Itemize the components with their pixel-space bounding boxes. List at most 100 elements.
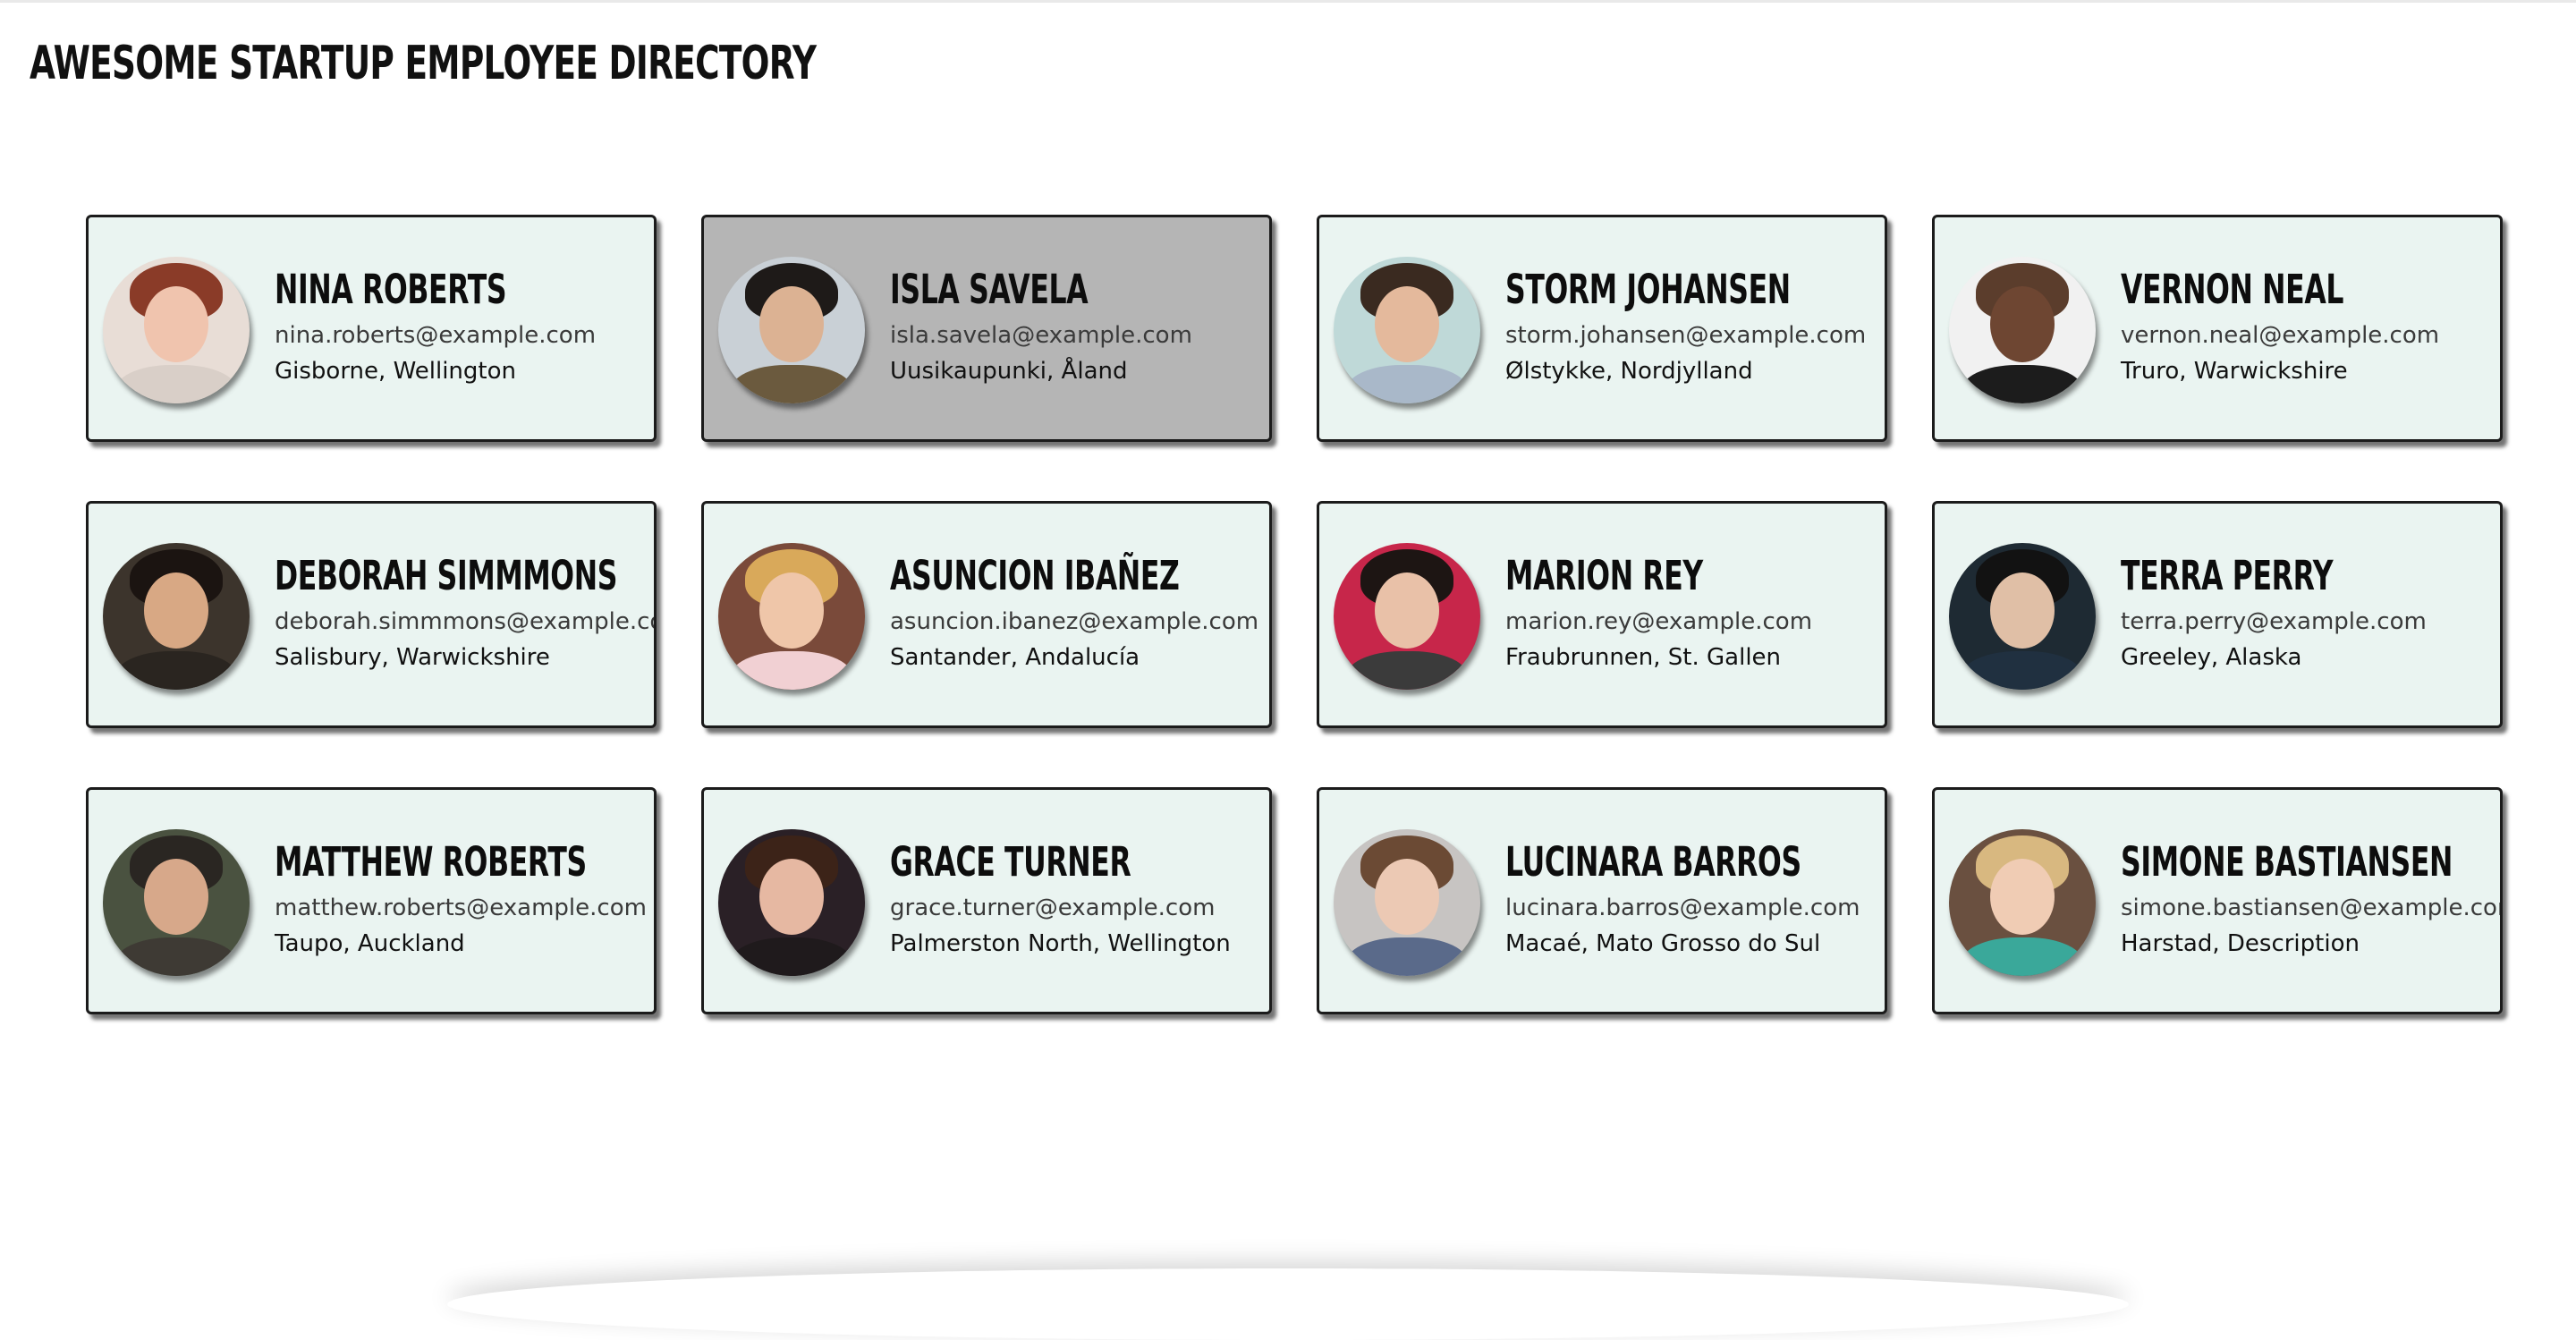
avatar-face bbox=[1374, 858, 1440, 936]
employee-card[interactable]: TERRA PERRY terra.perry@example.com Greele… bbox=[1932, 501, 2503, 728]
employee-location: Uusikaupunki, Åland bbox=[890, 358, 1128, 385]
employee-email: lucinara.barros@example.com bbox=[1505, 895, 1860, 921]
employee-name: MARION REY bbox=[1505, 552, 1703, 599]
employee-location: Fraubrunnen, St. Gallen bbox=[1505, 644, 1782, 671]
page-title: AWESOME STARTUP EMPLOYEE DIRECTORY bbox=[30, 37, 817, 90]
avatar-face bbox=[758, 572, 825, 649]
employee-email: isla.savela@example.com bbox=[890, 322, 1192, 349]
avatar-shirt bbox=[1345, 937, 1469, 976]
employee-info: LUCINARA BARROS lucinara.barros@example.c… bbox=[1505, 840, 1877, 960]
employee-email: grace.turner@example.com bbox=[890, 895, 1216, 921]
employee-email: marion.rey@example.com bbox=[1505, 608, 1813, 635]
avatar-shirt bbox=[730, 651, 853, 690]
employee-avatar bbox=[1334, 543, 1480, 690]
avatar-face bbox=[1989, 572, 2055, 649]
employee-name: GRACE TURNER bbox=[890, 838, 1131, 886]
employee-email: terra.perry@example.com bbox=[2121, 608, 2427, 635]
employee-location: Ølstykke, Nordjylland bbox=[1505, 358, 1753, 385]
employee-card[interactable]: NINA ROBERTS nina.roberts@example.com Gisb… bbox=[86, 215, 657, 442]
employee-info: MATTHEW ROBERTS matthew.roberts@example.c… bbox=[275, 840, 647, 960]
employee-name: DEBORAH SIMMMONS bbox=[275, 552, 618, 599]
employee-info: VERNON NEAL vernon.neal@example.com Truro,… bbox=[2121, 267, 2493, 387]
employee-email: asuncion.ibanez@example.com bbox=[890, 608, 1259, 635]
avatar-shirt bbox=[1961, 365, 2084, 403]
employee-avatar bbox=[1949, 543, 2096, 690]
employee-location: Macaé, Mato Grosso do Sul bbox=[1505, 930, 1821, 957]
employee-name: TERRA PERRY bbox=[2121, 552, 2334, 599]
employee-card[interactable]: VERNON NEAL vernon.neal@example.com Truro,… bbox=[1932, 215, 2503, 442]
employee-name: STORM JOHANSEN bbox=[1505, 266, 1791, 313]
employee-location: Taupo, Auckland bbox=[275, 930, 465, 957]
avatar-face bbox=[1374, 285, 1440, 363]
avatar-shirt bbox=[1345, 365, 1469, 403]
employee-card[interactable]: LUCINARA BARROS lucinara.barros@example.c… bbox=[1317, 787, 1887, 1014]
employee-name: MATTHEW ROBERTS bbox=[275, 838, 587, 886]
employee-location: Gisborne, Wellington bbox=[275, 358, 516, 385]
employee-avatar bbox=[718, 543, 865, 690]
employee-location: Harstad, Description bbox=[2121, 930, 2360, 957]
avatar-face bbox=[758, 285, 825, 363]
employee-location: Santander, Andalucía bbox=[890, 644, 1140, 671]
employee-gallery: NINA ROBERTS nina.roberts@example.com Gisb… bbox=[86, 215, 2506, 1014]
employee-info: SIMONE BASTIANSEN simone.bastiansen@examp… bbox=[2121, 838, 2503, 960]
employee-info: STORM JOHANSEN storm.johansen@example.com… bbox=[1505, 267, 1877, 387]
employee-name: NINA ROBERTS bbox=[275, 266, 507, 313]
avatar-face bbox=[143, 572, 209, 649]
employee-name: SIMONE BASTIANSEN bbox=[2121, 838, 2453, 886]
employee-location: Salisbury, Warwickshire bbox=[275, 644, 550, 671]
avatar-shirt bbox=[1345, 651, 1469, 690]
employee-avatar bbox=[718, 257, 865, 403]
employee-email: deborah.simmmons@example.com bbox=[275, 608, 657, 635]
employee-info: MARION REY marion.rey@example.com Fraubrun… bbox=[1505, 554, 1877, 674]
employee-info: TERRA PERRY terra.perry@example.com Greele… bbox=[2121, 554, 2493, 674]
employee-location: Greeley, Alaska bbox=[2121, 644, 2302, 671]
employee-avatar bbox=[718, 829, 865, 976]
employee-email: matthew.roberts@example.com bbox=[275, 895, 647, 921]
employee-email: nina.roberts@example.com bbox=[275, 322, 597, 349]
avatar-face bbox=[143, 285, 209, 363]
employee-card[interactable]: ISLA SAVELA isla.savela@example.com Uusika… bbox=[701, 215, 1272, 442]
avatar-shirt bbox=[1961, 937, 2084, 976]
avatar-shirt bbox=[730, 937, 853, 976]
employee-avatar bbox=[1334, 257, 1480, 403]
employee-avatar bbox=[1949, 257, 2096, 403]
employee-location: Palmerston North, Wellington bbox=[890, 930, 1231, 957]
avatar-shirt bbox=[114, 937, 238, 976]
top-border bbox=[0, 0, 2576, 3]
employee-name: ISLA SAVELA bbox=[890, 266, 1089, 313]
modal-shadow-edge bbox=[447, 1268, 2129, 1340]
employee-avatar bbox=[103, 257, 250, 403]
employee-name: ASUNCION IBAÑEZ bbox=[890, 552, 1180, 599]
employee-email: vernon.neal@example.com bbox=[2121, 322, 2440, 349]
employee-info: NINA ROBERTS nina.roberts@example.com Gisb… bbox=[275, 267, 647, 387]
avatar-face bbox=[143, 858, 209, 936]
avatar-shirt bbox=[114, 365, 238, 403]
employee-email: simone.bastiansen@example.com bbox=[2121, 895, 2503, 921]
employee-card[interactable]: MATTHEW ROBERTS matthew.roberts@example.c… bbox=[86, 787, 657, 1014]
employee-card[interactable]: MARION REY marion.rey@example.com Fraubrun… bbox=[1317, 501, 1887, 728]
employee-name: VERNON NEAL bbox=[2121, 266, 2344, 313]
employee-avatar bbox=[1334, 829, 1480, 976]
employee-avatar bbox=[103, 543, 250, 690]
employee-email: storm.johansen@example.com bbox=[1505, 322, 1867, 349]
avatar-face bbox=[1374, 572, 1440, 649]
avatar-face bbox=[1989, 285, 2055, 363]
employee-avatar bbox=[103, 829, 250, 976]
avatar-shirt bbox=[730, 365, 853, 403]
employee-card[interactable]: STORM JOHANSEN storm.johansen@example.com… bbox=[1317, 215, 1887, 442]
employee-card[interactable]: GRACE TURNER grace.turner@example.com Palm… bbox=[701, 787, 1272, 1014]
avatar-face bbox=[1989, 858, 2055, 936]
employee-info: ASUNCION IBAÑEZ asuncion.ibanez@example.c… bbox=[890, 554, 1262, 674]
employee-location: Truro, Warwickshire bbox=[2121, 358, 2348, 385]
avatar-shirt bbox=[114, 651, 238, 690]
avatar-face bbox=[758, 858, 825, 936]
employee-card[interactable]: DEBORAH SIMMMONS deborah.simmmons@example… bbox=[86, 501, 657, 728]
avatar-shirt bbox=[1961, 651, 2084, 690]
employee-card[interactable]: SIMONE BASTIANSEN simone.bastiansen@examp… bbox=[1932, 787, 2503, 1014]
employee-info: DEBORAH SIMMMONS deborah.simmmons@example… bbox=[275, 552, 657, 674]
employee-info: ISLA SAVELA isla.savela@example.com Uusika… bbox=[890, 267, 1262, 387]
employee-info: GRACE TURNER grace.turner@example.com Palm… bbox=[890, 840, 1262, 960]
employee-name: LUCINARA BARROS bbox=[1505, 838, 1801, 886]
employee-avatar bbox=[1949, 829, 2096, 976]
employee-card[interactable]: ASUNCION IBAÑEZ asuncion.ibanez@example.c… bbox=[701, 501, 1272, 728]
